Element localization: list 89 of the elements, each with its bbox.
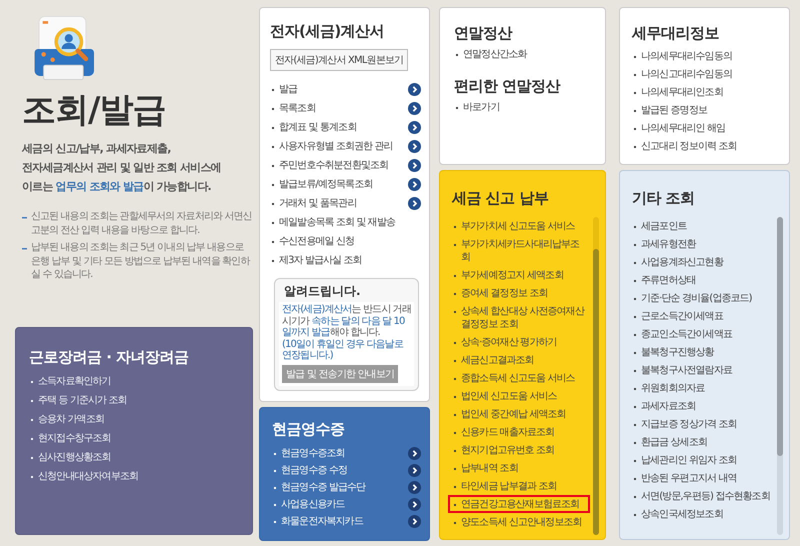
menu-link[interactable]: 세금신고결과조회 — [452, 354, 534, 366]
note-text: 신고된 내용의 조회는 관할세무서의 자료처리와 서면신고분의 전산 입력 내용을 바탕으로 합니다. — [22, 210, 253, 237]
menu-link[interactable]: 법인세 중간예납 세액조회 — [452, 408, 566, 420]
section-title: 편리한 연말정산 — [454, 77, 562, 95]
chevron-circle-icon[interactable] — [408, 102, 421, 115]
menu-link[interactable]: 목록조회 — [270, 102, 316, 115]
chevron-circle-icon[interactable] — [408, 515, 421, 528]
menu-link[interactable]: 나의세무대리인조회 — [632, 86, 723, 98]
menu-link[interactable]: 주택 등 기준시가 조회 — [29, 394, 127, 407]
menu-link[interactable]: 불복청구진행상황 — [632, 346, 714, 358]
description-text: 세금의 신고/납부, 과세자료제출, 전자세금계산서 관리 및 일반 조회 서비스에 이르는 업무의 조회와 발급이 가능합니다. — [22, 141, 222, 195]
menu-link[interactable]: 상속세 합산대상 사전증여재산 결정정보 조회 — [452, 304, 588, 330]
notice-note: (10일이 휴일인 경우 다음날로 연장됩니다.) — [282, 338, 404, 362]
menu-link[interactable]: 현금영수증조회 — [272, 447, 345, 460]
section-title: 연말정산 — [454, 24, 514, 42]
menu-link[interactable]: 증여세 결정정보 조회 — [452, 286, 548, 300]
menu-link[interactable]: 연금건강고용산재보험료조회 — [452, 498, 580, 510]
menu-link[interactable]: 기준·단순 경비율(업종코드) — [632, 292, 752, 304]
menu-link[interactable]: 상속·증여재산 평가하기 — [452, 336, 557, 348]
menu-link[interactable]: 지급보증 정상가격 조회 — [632, 418, 737, 430]
menu-link[interactable]: 발급된 증명정보 — [632, 104, 707, 116]
menu-link[interactable]: 신청안내대상자여부조회 — [29, 470, 138, 483]
panel-title: 세무대리정보 — [632, 24, 720, 42]
menu-link[interactable]: 납세관리인 위임자 조회 — [632, 454, 737, 466]
panel-title: 기타 조회 — [632, 189, 696, 207]
page-title: 조회/발급 — [22, 89, 166, 131]
menu-link[interactable]: 합계표 및 통계조회 — [270, 121, 356, 134]
chevron-circle-icon[interactable] — [408, 140, 421, 153]
panel-title: 현금영수증 — [272, 420, 346, 438]
menu-link[interactable]: 법인세 신고도움 서비스 — [452, 390, 557, 402]
menu-link[interactable]: 종합소득세 신고도움 서비스 — [452, 372, 575, 384]
menu-link[interactable]: 승용차 가액조회 — [29, 413, 104, 426]
menu-link[interactable]: 신고대리 정보이력 조회 — [632, 140, 737, 152]
menu-link[interactable]: 부가세예정고지 세액조회 — [452, 268, 564, 282]
chevron-circle-icon[interactable] — [408, 159, 421, 172]
menu-link[interactable]: 과세자료조회 — [632, 400, 696, 412]
menu-link[interactable]: 반송된 우편고지서 내역 — [632, 472, 737, 484]
menu-link[interactable]: 환급금 상세조회 — [632, 436, 707, 448]
menu-link[interactable]: 심사진행상황조회 — [29, 451, 111, 464]
menu-link[interactable]: 현지접수창구조회 — [29, 432, 111, 445]
menu-link[interactable]: 사용자유형별 조회권한 관리 — [270, 140, 393, 153]
scrollbar[interactable] — [593, 217, 599, 535]
menu-link[interactable]: 현지기업고유번호 조회 — [452, 444, 554, 456]
xml-view-button[interactable]: 전자(세금)계산서 XML원본보기 — [270, 49, 408, 71]
chevron-circle-icon[interactable] — [408, 447, 421, 460]
menu-link[interactable]: 발급보류/예정목록조회 — [270, 178, 372, 191]
chevron-circle-icon[interactable] — [408, 498, 421, 511]
menu-link[interactable]: 근로소득간이세액표 — [632, 310, 723, 322]
chevron-circle-icon[interactable] — [408, 464, 421, 477]
menu-link[interactable]: 부가가치세 신고도움 서비스 — [452, 220, 575, 232]
notice-title: 알려드립니다. — [284, 284, 362, 299]
menu-link[interactable]: 주민번호수취분전환및조회 — [270, 159, 388, 172]
menu-link[interactable]: 현금영수증 수정 — [272, 464, 347, 477]
menu-link[interactable]: 제3자 발급사실 조회 — [270, 254, 362, 267]
menu-link[interactable]: 화물운전자복지카드 — [272, 515, 363, 528]
menu-link[interactable]: 발급 — [270, 83, 298, 96]
menu-link[interactable]: 타인세금 납부결과 조회 — [452, 480, 557, 492]
menu-link[interactable]: 세금포인트 — [632, 220, 687, 232]
menu-link[interactable]: 상속인국세정보조회 — [632, 508, 723, 520]
menu-link[interactable]: 양도소득세 신고안내정보조회 — [452, 516, 582, 528]
menu-link[interactable]: 수신전용메일 신청 — [270, 235, 354, 248]
notice-text: 전자(세금)계산서는 반드시 거래시기가 속하는 달의 다음 달 10일까지 발급해야 합니다. — [282, 304, 411, 338]
panel-title: 세금 신고 납부 — [452, 189, 550, 207]
menu-link[interactable]: 위원회회의자료 — [632, 382, 705, 394]
menu-link[interactable]: 사업용계좌신고현황 — [632, 256, 723, 268]
chevron-circle-icon[interactable] — [408, 197, 421, 210]
note-text: 납부된 내용의 조회는 최근 5년 이내의 납부 내용으로 은행 납부 및 기타 모든 방법으로 납부된 내역을 확인하실 수 있습니다. — [22, 241, 253, 282]
menu-link[interactable]: 종교인소득간이세액표 — [632, 328, 732, 340]
chevron-circle-icon[interactable] — [408, 481, 421, 494]
scrollbar[interactable] — [777, 217, 783, 535]
menu-link[interactable]: 나의세무대리수임동의 — [632, 50, 732, 62]
menu-link[interactable]: 불복청구사전열람자료 — [632, 364, 732, 376]
menu-link[interactable]: 메일발송목록 조회 및 재발송 — [270, 216, 396, 229]
menu-link[interactable]: 현금영수증 발급수단 — [272, 481, 366, 494]
panel-title: 근로장려금 · 자녀장려금 — [29, 348, 190, 366]
menu-link[interactable]: 과세유형전환 — [632, 238, 696, 250]
menu-link[interactable]: 서면(방문,우편등) 접수현황조회 — [632, 490, 770, 502]
menu-link[interactable]: 납부내역 조회 — [452, 462, 518, 474]
chevron-circle-icon[interactable] — [408, 121, 421, 134]
menu-link[interactable]: 나의세무대리인 해임 — [632, 122, 726, 134]
menu-link[interactable]: 신용카드 매출자료조회 — [452, 426, 554, 438]
menu-link[interactable]: 소득자료확인하기 — [29, 375, 111, 388]
menu-link[interactable]: 나의신고대리수임동의 — [632, 68, 732, 80]
panel-title: 전자(세금)계산서 — [270, 22, 386, 40]
menu-link[interactable]: 사업용신용카드 — [272, 498, 345, 511]
chevron-circle-icon[interactable] — [408, 178, 421, 191]
menu-link[interactable]: 거래처 및 품목관리 — [270, 197, 356, 210]
chevron-circle-icon[interactable] — [408, 83, 421, 96]
menu-link[interactable]: 주류면허상태 — [632, 274, 696, 286]
